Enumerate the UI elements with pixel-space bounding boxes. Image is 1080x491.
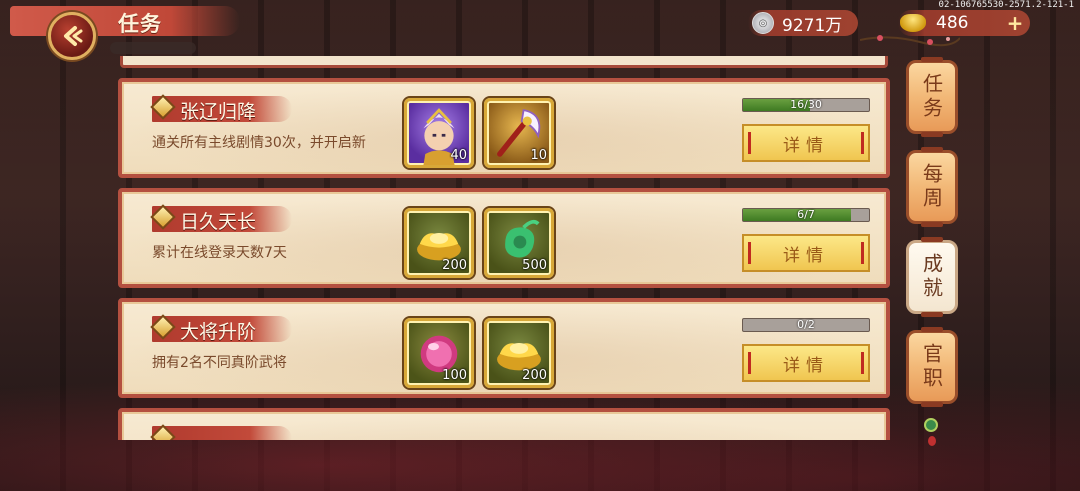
silver-currency: ◎ 9271万 <box>748 10 858 36</box>
task-title: 大将升阶 <box>180 321 257 343</box>
reward-item[interactable]: 100 <box>404 318 474 388</box>
jade-charm-icon <box>924 418 938 432</box>
task-card: 张辽归降 通关所有主线剧情30次，并开启新 40 10 16/30 详情 <box>118 78 890 178</box>
tab-tasks[interactable]: 任务 <box>906 60 958 134</box>
task-card: 日久天长 累计在线登录天数7天 200 500 6/7 详情 <box>118 188 890 288</box>
tab-official-rank[interactable]: 官职 <box>906 330 958 404</box>
reward-item[interactable]: 500 <box>484 208 554 278</box>
tab-achievements[interactable]: 成就 <box>906 240 958 314</box>
progress-bar: 6/7 <box>742 208 870 222</box>
build-id: 02-106765530-2571.2-121-1 <box>938 0 1074 10</box>
task-card: 大将升阶 拥有2名不同真阶武将 100 200 0/2 详情 <box>118 298 890 398</box>
reward-item[interactable]: 40 <box>404 98 474 168</box>
reward-count: 200 <box>522 368 547 383</box>
progress-text: 16/30 <box>790 98 822 111</box>
reward-count: 200 <box>442 258 467 273</box>
task-card-partial <box>118 408 890 440</box>
details-button[interactable]: 详情 <box>742 124 870 162</box>
progress-text: 0/2 <box>797 318 815 331</box>
progress-text: 6/7 <box>797 208 815 221</box>
task-description: 累计在线登录天数7天 <box>152 245 287 261</box>
task-description: 拥有2名不同真阶武将 <box>152 355 287 371</box>
plum-branch-icon <box>860 35 960 47</box>
silver-amount: 9271万 <box>782 15 843 36</box>
progress-bar: 0/2 <box>742 318 870 332</box>
title-underline <box>110 42 196 54</box>
add-gold-button[interactable]: + <box>1006 13 1024 33</box>
task-title: 张辽归降 <box>180 101 257 123</box>
tassel-icon <box>928 436 936 446</box>
tab-weekly[interactable]: 每周 <box>906 150 958 224</box>
reward-count: 500 <box>522 258 547 273</box>
details-button[interactable]: 详情 <box>742 344 870 382</box>
reward-item[interactable]: 200 <box>484 318 554 388</box>
reward-count: 40 <box>450 148 467 163</box>
task-description: 通关所有主线剧情30次，并开启新 <box>152 135 366 151</box>
silver-coin-icon: ◎ <box>752 12 774 34</box>
reward-count: 100 <box>442 368 467 383</box>
task-list[interactable]: 张辽归降 通关所有主线剧情30次，并开启新 40 10 16/30 详情 日久天… <box>118 56 890 440</box>
page-title: 任务 <box>118 12 162 36</box>
back-arrow-icon <box>64 26 83 46</box>
task-title: 日久天长 <box>180 211 257 233</box>
reward-item[interactable]: 200 <box>404 208 474 278</box>
progress-bar: 16/30 <box>742 98 870 112</box>
reward-item[interactable]: 10 <box>484 98 554 168</box>
back-button[interactable] <box>48 12 96 60</box>
details-button[interactable]: 详情 <box>742 234 870 272</box>
reward-count: 10 <box>530 148 547 163</box>
list-top-edge <box>120 56 888 68</box>
